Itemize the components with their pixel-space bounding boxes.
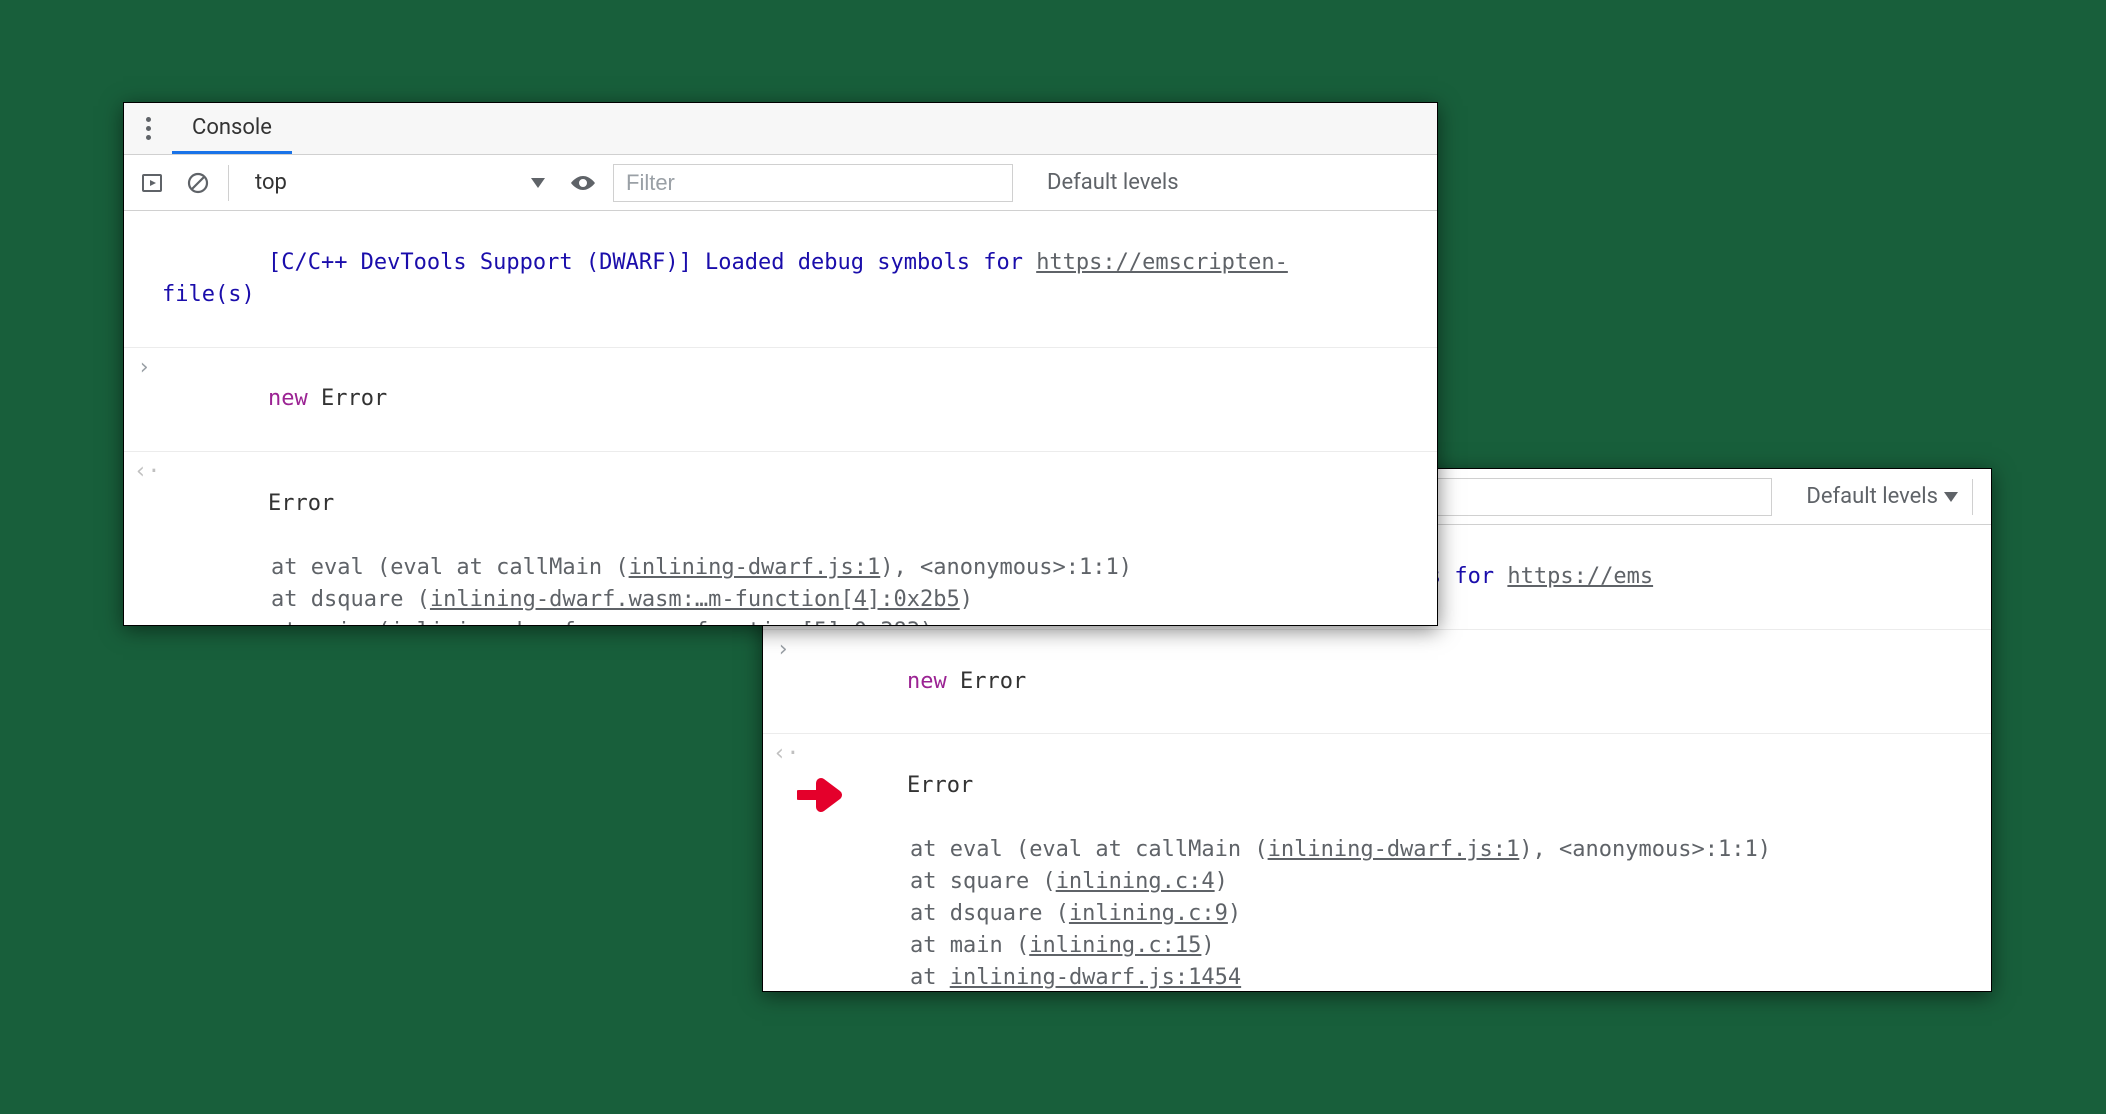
filter-input[interactable] — [613, 164, 1013, 202]
stack-pre: at eval (eval at callMain ( — [218, 555, 629, 580]
tab-console[interactable]: Console — [172, 103, 292, 154]
input-arrow-icon[interactable]: › — [134, 352, 154, 384]
log-dwarf-loaded: [C/C++ DevTools Support (DWARF)] Loaded … — [124, 211, 1437, 348]
stack-frame: at dsquare (inlining-dwarf.wasm:…m-funct… — [162, 584, 1132, 616]
kw-new: new — [907, 669, 947, 694]
chevron-down-icon — [1944, 492, 1958, 502]
stack-post: ) — [1201, 933, 1214, 958]
stack-pre: at dsquare ( — [857, 901, 1069, 926]
stack-post: ) — [1228, 901, 1241, 926]
input-arrow-icon[interactable]: › — [773, 634, 793, 666]
stack-post: ), <anonymous>:1:1) — [1519, 837, 1771, 862]
dwarf-tail-text: file(s) — [162, 282, 255, 307]
stack-location-link[interactable]: inlining-dwarf.js:1454 — [950, 965, 1241, 990]
stack-location-link[interactable]: inlining.c:15 — [1029, 933, 1201, 958]
kw-new: new — [268, 386, 308, 411]
stack-location-link[interactable]: inlining-dwarf.wasm:…m-function[4]:0x2b5 — [430, 587, 960, 612]
dwarf-url-link[interactable]: https://emscripten- — [1036, 250, 1288, 275]
stack-location-link[interactable]: inlining-dwarf.js:1 — [1268, 837, 1520, 862]
stack-location-link[interactable]: inlining-dwarf.wasm:…m-function[5]:0x383 — [390, 619, 920, 626]
error-header: Error — [268, 491, 334, 516]
stack-frame: at inlining-dwarf.js:1454 — [801, 962, 1771, 992]
tab-strip: Console — [124, 103, 1437, 155]
stack-location-link[interactable]: inlining.c:4 — [1056, 869, 1215, 894]
stack-pre: at eval (eval at callMain ( — [857, 837, 1268, 862]
console-toolbar: top Default levels — [124, 155, 1437, 211]
stack-post: ) — [960, 587, 973, 612]
stack-trace: at eval (eval at callMain (inlining-dwar… — [162, 552, 1132, 626]
input-new-error: › new Error — [763, 630, 1991, 735]
stack-post: ) — [920, 619, 933, 626]
output-error-stack: ‹· Error at eval (eval at callMain (inli… — [124, 452, 1437, 626]
show-sidebar-icon[interactable] — [136, 167, 168, 199]
stack-frame: at square (inlining.c:4) — [801, 866, 1771, 898]
output-arrow-icon[interactable]: ‹· — [773, 738, 793, 770]
stack-frame: at eval (eval at callMain (inlining-dwar… — [162, 552, 1132, 584]
output-error-stack: ‹· Error at eval (eval at callMain (inli… — [763, 734, 1991, 992]
levels-label: Default levels — [1806, 484, 1938, 509]
console-messages: [C/C++ DevTools Support (DWARF)] Loaded … — [124, 211, 1437, 626]
chevron-down-icon — [531, 178, 545, 188]
dwarf-prefix-text: [C/C++ DevTools Support (DWARF)] Loaded … — [268, 250, 1036, 275]
stack-frame: at dsquare (inlining.c:9) — [801, 898, 1771, 930]
kebab-menu-icon[interactable] — [134, 115, 162, 143]
stack-frame: at main (inlining-dwarf.wasm:…m-function… — [162, 616, 1132, 626]
toolbar-separator — [228, 165, 229, 201]
err-word: Error — [947, 669, 1026, 694]
log-levels-dropdown[interactable]: Default levels — [1806, 484, 1958, 509]
dwarf-url-link[interactable]: https://ems — [1507, 564, 1653, 589]
stack-pre: at main ( — [857, 933, 1029, 958]
stack-pre: at square ( — [857, 869, 1056, 894]
context-value: top — [255, 170, 287, 195]
levels-label: Default levels — [1047, 170, 1179, 195]
stack-post: ) — [1215, 869, 1228, 894]
context-selector[interactable]: top — [243, 164, 553, 202]
error-header: Error — [907, 773, 973, 798]
stack-post: ), <anonymous>:1:1) — [880, 555, 1132, 580]
input-new-error: › new Error — [124, 348, 1437, 453]
output-arrow-icon[interactable]: ‹· — [134, 456, 154, 488]
clear-console-icon[interactable] — [182, 167, 214, 199]
toolbar-separator — [1972, 479, 1973, 515]
devtools-panel-before: Console top Default levels — [123, 102, 1438, 626]
stack-trace: at eval (eval at callMain (inlining-dwar… — [801, 834, 1771, 992]
err-word: Error — [308, 386, 387, 411]
stack-location-link[interactable]: inlining-dwarf.js:1 — [629, 555, 881, 580]
stack-pre: at dsquare ( — [218, 587, 430, 612]
live-expression-eye-icon[interactable] — [567, 167, 599, 199]
stack-frame: at main (inlining.c:15) — [801, 930, 1771, 962]
stack-location-link[interactable]: inlining.c:9 — [1069, 901, 1228, 926]
stack-pre: at — [857, 965, 950, 990]
stack-pre: at main ( — [218, 619, 390, 626]
tab-label: Console — [192, 115, 272, 140]
log-levels-dropdown[interactable]: Default levels — [1047, 170, 1179, 195]
stack-frame: at eval (eval at callMain (inlining-dwar… — [801, 834, 1771, 866]
